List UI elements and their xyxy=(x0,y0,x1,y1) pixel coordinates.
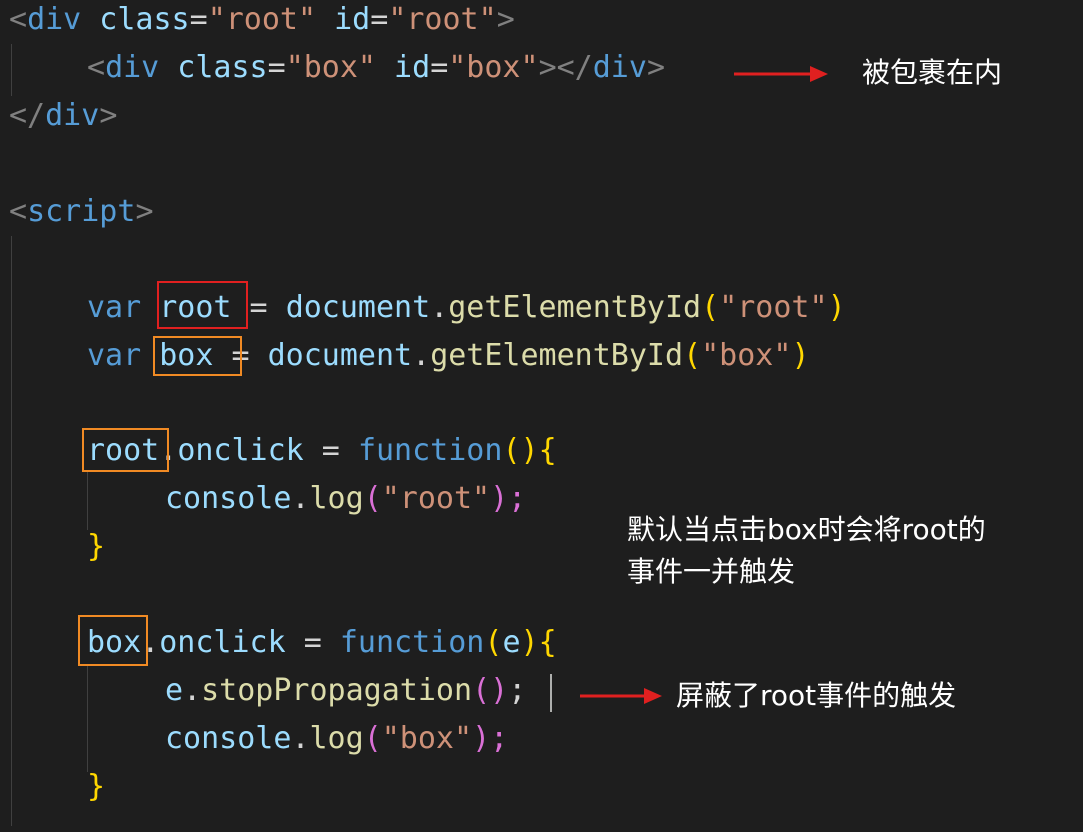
annotation-default-bubbling-line2: 事件一并触发 xyxy=(627,555,796,588)
code-token: = xyxy=(303,433,358,468)
highlight-box-box-onclick xyxy=(78,615,148,666)
indent-guide xyxy=(11,236,12,826)
code-token: () xyxy=(502,433,539,468)
code-token: "root" xyxy=(719,290,828,325)
code-token: . xyxy=(430,290,449,325)
code-token: { xyxy=(538,625,557,660)
code-token: getElementById xyxy=(448,290,702,325)
code-token: ( xyxy=(363,481,382,516)
indent-guide xyxy=(87,470,88,530)
code-token: > xyxy=(135,194,154,229)
code-token: document xyxy=(267,338,413,373)
code-line-5[interactable]: <script> xyxy=(9,188,154,236)
code-token: ) xyxy=(791,338,810,373)
code-token: < xyxy=(87,50,106,85)
highlight-box-box-var xyxy=(153,336,242,376)
code-token: . xyxy=(291,721,310,756)
code-line-11[interactable]: console.log("root"); xyxy=(165,475,526,523)
code-token: ( xyxy=(701,290,720,325)
code-token: () xyxy=(472,673,509,708)
code-token: log xyxy=(309,721,364,756)
code-token: console xyxy=(165,481,292,516)
annotation-stop-propagation: 屏蔽了root事件的触发 xyxy=(676,679,957,712)
code-token: ); xyxy=(490,481,527,516)
code-token: script xyxy=(27,194,136,229)
code-line-3[interactable]: </div> xyxy=(9,92,117,140)
code-token: = xyxy=(285,625,340,660)
code-token: class xyxy=(159,50,268,85)
code-token: ( xyxy=(484,625,503,660)
code-token: onclick xyxy=(159,625,286,660)
code-token: document xyxy=(285,290,431,325)
code-token: div xyxy=(592,50,647,85)
code-token: "root" xyxy=(381,481,491,516)
code-token: id xyxy=(376,50,431,85)
annotation-wrapped-inside: 被包裹在内 xyxy=(862,56,1003,89)
code-line-16[interactable]: console.log("box"); xyxy=(165,715,508,763)
indent-guide xyxy=(11,44,12,96)
code-token: id xyxy=(316,2,371,37)
code-token: log xyxy=(309,481,364,516)
code-token: . xyxy=(183,673,202,708)
code-token: class xyxy=(81,2,190,37)
code-line-12[interactable]: } xyxy=(87,523,105,571)
code-token: console xyxy=(165,721,292,756)
code-token: e xyxy=(165,673,184,708)
code-token: < xyxy=(9,2,28,37)
annotation-default-bubbling-line1: 默认当点击box时会将root的 xyxy=(627,513,986,546)
arrow-right-icon xyxy=(734,66,828,82)
code-token: var xyxy=(87,290,160,325)
code-line-15[interactable]: e.stopPropagation(); xyxy=(165,667,526,715)
code-token: ) xyxy=(827,290,846,325)
code-token: function xyxy=(339,625,485,660)
code-token: </ xyxy=(9,98,46,133)
code-line-2[interactable]: <div class="box" id="box"></div> xyxy=(87,44,665,92)
code-line-1[interactable]: <div class="root" id="root"> xyxy=(9,0,515,44)
code-token: ); xyxy=(472,721,509,756)
code-token: div xyxy=(27,2,82,37)
code-token: "box" xyxy=(701,338,792,373)
code-line-14[interactable]: box.onclick = function(e){ xyxy=(87,619,557,667)
code-token: > xyxy=(496,2,515,37)
code-token: < xyxy=(9,194,28,229)
code-token: > xyxy=(646,50,665,85)
arrow-right-icon xyxy=(580,688,662,704)
code-token: . xyxy=(412,338,431,373)
code-token: = xyxy=(430,50,449,85)
code-token: div xyxy=(105,50,160,85)
code-token: . xyxy=(291,481,310,516)
code-token: ( xyxy=(363,721,382,756)
code-token: "root" xyxy=(207,2,317,37)
code-token: = xyxy=(370,2,389,37)
code-token: ( xyxy=(683,338,702,373)
code-line-17[interactable]: } xyxy=(87,763,105,811)
code-token: e xyxy=(502,625,521,660)
code-token: "root" xyxy=(388,2,497,37)
code-token: stopPropagation xyxy=(201,673,473,708)
code-token: ; xyxy=(508,673,527,708)
highlight-box-root-var xyxy=(157,281,248,329)
code-token: ></ xyxy=(538,50,593,85)
code-token: function xyxy=(357,433,503,468)
code-token: onclick xyxy=(177,433,304,468)
code-token: > xyxy=(99,98,118,133)
code-token: getElementById xyxy=(430,338,684,373)
code-token: { xyxy=(538,433,557,468)
code-token: "box" xyxy=(285,50,376,85)
indent-guide xyxy=(87,664,88,772)
text-cursor xyxy=(550,674,552,712)
highlight-box-root-onclick xyxy=(82,428,169,472)
code-token: = xyxy=(189,2,208,37)
code-token: div xyxy=(45,98,100,133)
code-token: ) xyxy=(520,625,539,660)
code-token: = xyxy=(267,50,286,85)
code-token: } xyxy=(87,529,106,564)
code-token: "box" xyxy=(381,721,473,756)
code-token: } xyxy=(87,769,106,804)
code-token: "box" xyxy=(448,50,539,85)
code-token: var xyxy=(87,338,160,373)
